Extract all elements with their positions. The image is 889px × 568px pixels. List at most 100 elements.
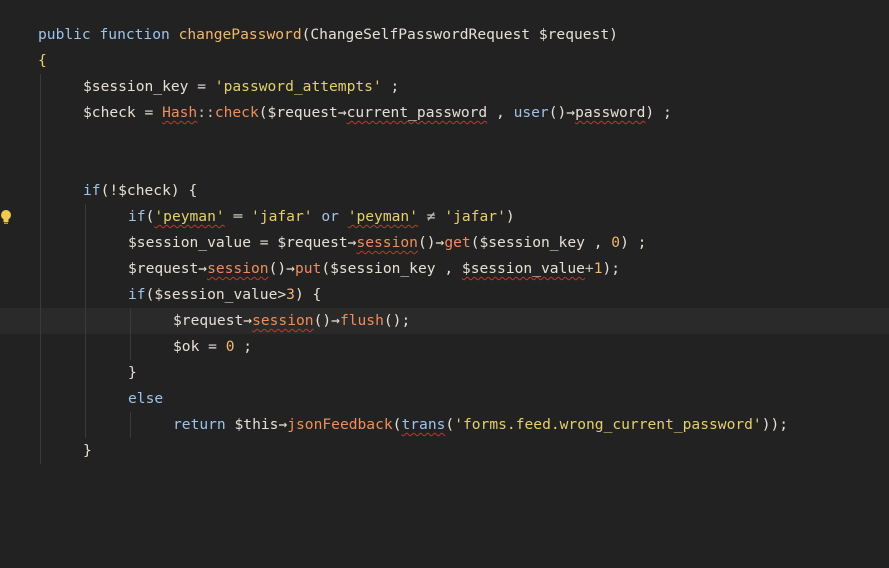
function-trans: trans [401, 416, 446, 433]
args: ($session_key , [321, 260, 462, 277]
number-literal: 1 [593, 260, 603, 277]
method-json-feedback: jsonFeedback [287, 416, 393, 433]
code-line-3[interactable]: $session_key = 'password_attempts' ; [0, 74, 889, 100]
open-brace: ) { [294, 286, 322, 303]
session-key-assign: $session_key = [83, 78, 215, 95]
indent-guide [85, 412, 86, 438]
method-session: session [356, 234, 418, 251]
statement-end: ) ; [620, 234, 647, 251]
code-line-9[interactable]: $session_value = $request→session()→get(… [0, 230, 889, 256]
property-current-password: current_password [346, 104, 488, 121]
indent-guide [40, 204, 41, 230]
string-literal: 'forms.feed.wrong_current_password' [454, 416, 762, 433]
code-line-1[interactable]: public function changePassword(ChangeSel… [0, 22, 889, 48]
code-line-11[interactable]: if($session_value>3) { [0, 282, 889, 308]
statement-end: ); [602, 260, 621, 277]
request-var: $request→ [173, 312, 253, 329]
indent-guide [40, 386, 41, 412]
indent-guide [40, 282, 41, 308]
paren: ( [445, 416, 455, 433]
code-line-8[interactable]: if('peyman' ═ 'jafar' or 'peyman' ≠ 'jaf… [0, 204, 889, 230]
number-literal: 0 [611, 234, 621, 251]
indent-guide [40, 412, 41, 438]
class-hash: Hash [162, 104, 198, 121]
open-brace: { [38, 52, 47, 69]
indent-guide [40, 152, 41, 178]
indent-guide [40, 74, 41, 100]
close-brace: } [83, 442, 92, 459]
function-user: user [513, 104, 549, 121]
method-session: session [252, 312, 314, 329]
indent-guide [40, 100, 41, 126]
method-check: check [214, 104, 259, 121]
code-line-13[interactable]: $ok = 0 ; [0, 334, 889, 360]
method-flush: flush [339, 312, 384, 329]
indent-guide [85, 282, 86, 308]
keyword-or: or [312, 208, 348, 225]
indent-guide [85, 308, 86, 334]
string-literal: 'jafar' [444, 208, 506, 225]
indent-guide [85, 360, 86, 386]
indent-guide [130, 334, 131, 360]
operator-not-equal: ≠ [418, 208, 445, 225]
statement-end: )); [761, 416, 789, 433]
indent-guide [40, 256, 41, 282]
string-literal: 'jafar' [251, 208, 313, 225]
method-put: put [294, 260, 322, 277]
indent-guide [85, 334, 86, 360]
code-line-17[interactable]: } [0, 438, 889, 464]
indent-guide [85, 204, 86, 230]
function-name: changePassword [178, 26, 302, 43]
check-assign: $check = [83, 104, 163, 121]
close-brace: } [128, 364, 137, 381]
string-literal: 'peyman' [154, 208, 225, 225]
request-var: $request→ [128, 260, 208, 277]
indent-guide [85, 386, 86, 412]
keyword-public-function: public function [38, 26, 179, 43]
lightbulb-icon[interactable] [0, 209, 12, 225]
paren: ) [505, 208, 515, 225]
keyword-if: if [128, 208, 146, 225]
method-get: get [444, 234, 471, 251]
call-chain: ()→ [268, 260, 295, 277]
property-password: password [575, 104, 646, 121]
code-line-12[interactable]: $request→session()→flush(); [0, 308, 889, 334]
statement-end: ; [381, 78, 400, 95]
code-line-4[interactable]: $check = Hash::check($request→current_pa… [0, 100, 889, 126]
keyword-return: return [173, 416, 235, 433]
keyword-if: if [128, 286, 146, 303]
indent-guide [40, 334, 41, 360]
indent-guide [130, 308, 131, 334]
method-session: session [207, 260, 269, 277]
indent-guide [85, 230, 86, 256]
string-literal: 'peyman' [347, 208, 418, 225]
call-chain: ()→ [313, 312, 340, 329]
number-literal: 0 [225, 338, 235, 355]
code-line-16[interactable]: return $this→jsonFeedback(trans('forms.f… [0, 412, 889, 438]
indent-guide [40, 360, 41, 386]
indent-guide [40, 178, 41, 204]
string-literal: 'password_attempts' [214, 78, 382, 95]
code-editor[interactable]: public function changePassword(ChangeSel… [0, 0, 889, 464]
code-line-14[interactable]: } [0, 360, 889, 386]
statement-end: ) ; [645, 104, 672, 121]
ok-assign: $ok = [173, 338, 226, 355]
code-line-2[interactable]: { [0, 48, 889, 74]
operator-equals: ═ [224, 208, 252, 225]
if-condition: (!$check) { [100, 182, 198, 199]
indent-guide [40, 308, 41, 334]
code-line-10[interactable]: $request→session()→put($session_key , $s… [0, 256, 889, 282]
args: ($session_key , [470, 234, 612, 251]
code-line-15[interactable]: else [0, 386, 889, 412]
if-condition: ($session_value> [145, 286, 287, 303]
operator-plus: + [584, 260, 594, 277]
keyword-if: if [83, 182, 101, 199]
indent-guide [85, 256, 86, 282]
code-line-6[interactable] [0, 152, 889, 178]
keyword-else: else [128, 390, 164, 407]
code-line-7[interactable]: if(!$check) { [0, 178, 889, 204]
comma: , [487, 104, 514, 121]
this-var: $this→ [234, 416, 288, 433]
statement-end: (); [383, 312, 411, 329]
code-line-5[interactable] [0, 126, 889, 152]
